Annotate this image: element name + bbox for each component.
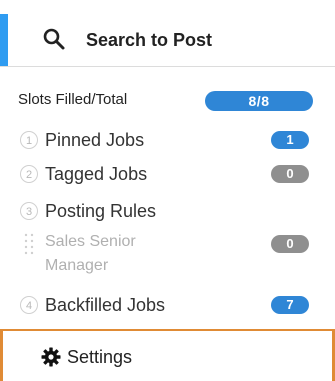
item-label: Posting Rules — [45, 201, 157, 221]
count-badge: 1 — [271, 131, 309, 149]
gear-icon — [41, 347, 61, 367]
step-number: 1 — [20, 131, 38, 149]
list-item-backfilled-jobs[interactable]: 4 Backfilled Jobs 7 — [0, 292, 335, 320]
list-item-sales-senior-manager[interactable]: Sales Senior Manager 0 — [0, 230, 335, 282]
item-label: Backfilled Jobs — [45, 295, 166, 315]
step-number: 2 — [20, 165, 38, 183]
list-item-pinned-jobs[interactable]: 1 Pinned Jobs 1 — [0, 127, 335, 155]
slots-summary: Slots Filled/Total 8/8 — [0, 83, 335, 113]
drag-handle-icon[interactable] — [24, 233, 34, 255]
item-label: Tagged Jobs — [45, 164, 148, 184]
count-badge: 7 — [271, 296, 309, 314]
search-icon — [43, 28, 65, 50]
post-slots-panel: Search to Post Slots Filled/Total 8/8 1 … — [0, 0, 335, 381]
slots-label: Slots Filled/Total — [18, 91, 128, 108]
step-number: 4 — [20, 296, 38, 314]
list-item-posting-rules[interactable]: 3 Posting Rules — [0, 198, 335, 226]
rule-label: Sales Senior Manager — [45, 233, 136, 274]
list-item-tagged-jobs[interactable]: 2 Tagged Jobs 0 — [0, 161, 335, 189]
settings-button[interactable]: Settings — [0, 329, 335, 381]
item-label: Pinned Jobs — [45, 130, 145, 150]
count-badge: 0 — [271, 165, 309, 183]
slots-count-badge: 8/8 — [205, 91, 313, 111]
search-to-post-label: Search to Post — [86, 30, 213, 50]
count-badge: 0 — [271, 235, 309, 253]
step-number: 3 — [20, 202, 38, 220]
settings-label: Settings — [67, 347, 133, 367]
